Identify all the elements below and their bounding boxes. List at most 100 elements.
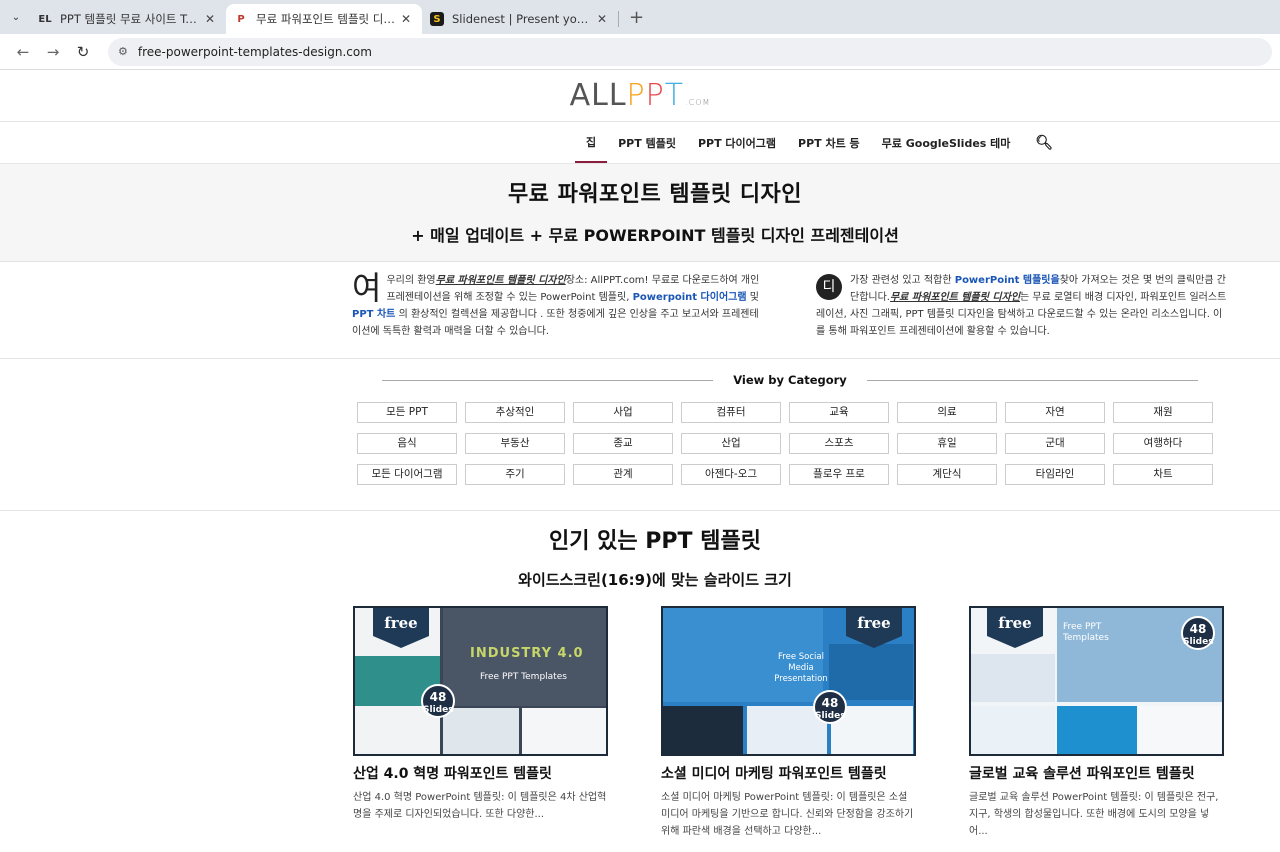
category-button[interactable]: 휴일: [897, 433, 997, 454]
site-info-icon[interactable]: ⚙: [118, 45, 128, 58]
nav-ppt-diagrams[interactable]: PPT 다이어그램: [687, 122, 787, 163]
nav-home[interactable]: 집: [575, 122, 608, 163]
slides-badge: 48 Slides: [421, 684, 455, 718]
browser-tab-3[interactable]: S Slidenest | Present your ideas w ✕: [422, 4, 618, 34]
category-button[interactable]: 사업: [573, 402, 673, 423]
tab-separator: [618, 11, 619, 27]
category-button[interactable]: 스포츠: [789, 433, 889, 454]
popular-section: 인기 있는 PPT 템플릿 와이드스크린(16:9)에 맞는 슬라이드 크기: [0, 511, 1280, 590]
reload-icon[interactable]: ↻: [68, 43, 98, 61]
card-description: 산업 4.0 혁명 PowerPoint 템플릿: 이 템플릿은 4차 산업혁명…: [353, 792, 607, 820]
template-thumbnail[interactable]: INDUSTRY 4.0 Free PPT Templates free 48 S…: [353, 606, 608, 756]
category-button[interactable]: 모든 PPT: [357, 402, 457, 423]
category-heading-text: View by Category: [733, 373, 847, 387]
category-button[interactable]: 플로우 프로: [789, 464, 889, 485]
category-button[interactable]: 재원: [1113, 402, 1213, 423]
slides-badge: 48 Slides: [1181, 616, 1215, 650]
url-field[interactable]: ⚙ free-powerpoint-templates-design.com: [108, 37, 1272, 66]
url-text: free-powerpoint-templates-design.com: [137, 44, 372, 59]
category-button[interactable]: 아젠다-오그: [681, 464, 781, 485]
category-button[interactable]: 타임라인: [1005, 464, 1105, 485]
thumb-panel: [663, 706, 743, 754]
tab-favicon: P: [237, 13, 245, 25]
link-ppt-charts[interactable]: PPT 차트: [352, 309, 395, 320]
card-description: 글로벌 교육 솔루션 PowerPoint 템플릿: 이 템플릿은 전구, 지구…: [969, 792, 1219, 837]
card-description: 소셜 미디어 마케팅 PowerPoint 템플릿: 이 템플릿은 소셜 미디어…: [661, 792, 914, 837]
category-button[interactable]: 모든 다이어그램: [357, 464, 457, 485]
category-button[interactable]: 군대: [1005, 433, 1105, 454]
thumb-title: INDUSTRY 4.0: [470, 646, 584, 661]
divider: [866, 379, 1199, 381]
browser-tab-1[interactable]: EL PPT 템플릿 무료 사이트 Top5, ✕: [30, 4, 226, 34]
thumb-panel: [971, 654, 1055, 702]
nav-google-slides[interactable]: 무료 GoogleSlides 테마: [871, 122, 1022, 163]
card-title[interactable]: 글로벌 교육 솔루션 파워포인트 템플릿: [969, 763, 1224, 783]
intro-emphasis: 무료 파워포인트 템플릿 디자인: [435, 275, 566, 286]
close-icon[interactable]: ✕: [202, 12, 218, 26]
category-button[interactable]: 관계: [573, 464, 673, 485]
close-icon[interactable]: ✕: [594, 12, 610, 26]
intro-left: 여 우리의 환영무료 파워포인트 템플릿 디자인장소: AllPPT.com! …: [352, 272, 764, 358]
category-button[interactable]: 의료: [897, 402, 997, 423]
tab-title: 무료 파워포인트 템플릿 디자인: [256, 12, 398, 26]
intro-text: 가장 관련성 있고 적합한: [850, 275, 952, 286]
slides-badge: 48 Slides: [813, 690, 847, 724]
template-card[interactable]: Free Social Media Presentation free 48 Sl…: [661, 606, 916, 840]
search-icon[interactable]: 🔍︎: [1021, 122, 1067, 163]
nav-ppt-charts[interactable]: PPT 차트 등: [787, 122, 871, 163]
nav-ppt-templates[interactable]: PPT 템플릿: [607, 122, 687, 163]
tab-search-chevron-icon[interactable]: ⌄: [6, 7, 26, 27]
template-thumbnail[interactable]: Free Social Media Presentation free 48 Sl…: [661, 606, 916, 756]
link-powerpoint-diagrams[interactable]: Powerpoint 다이어그램: [633, 292, 747, 303]
category-heading: View by Category: [0, 373, 1199, 387]
browser-tab-bar: ⌄ EL PPT 템플릿 무료 사이트 Top5, ✕ P 무료 파워포인트 템…: [0, 0, 1280, 34]
category-button[interactable]: 교육: [789, 402, 889, 423]
free-badge: free: [987, 608, 1043, 648]
new-tab-plus-icon[interactable]: +: [629, 7, 644, 28]
thumb-panel: [971, 706, 1055, 754]
category-button[interactable]: 부동산: [465, 433, 565, 454]
category-button[interactable]: 주기: [465, 464, 565, 485]
category-button[interactable]: 추상적인: [465, 402, 565, 423]
drop-cap: 여: [352, 269, 382, 307]
thumb-text: Free Social Media Presentation: [774, 652, 828, 684]
intro-emphasis: 무료 파워포인트 템플릿 디자인: [889, 292, 1021, 303]
category-button[interactable]: 컴퓨터: [681, 402, 781, 423]
tab-title: PPT 템플릿 무료 사이트 Top5,: [60, 12, 202, 26]
category-button[interactable]: 여행하다: [1113, 433, 1213, 454]
page-subtitle: + 매일 업데이트 + 무료 POWERPOINT 템플릿 디자인 프레젠테이션: [411, 226, 899, 245]
close-icon[interactable]: ✕: [398, 12, 414, 26]
category-button[interactable]: 산업: [681, 433, 781, 454]
intro-right: 디 가장 관련성 있고 적합한 PowerPoint 템플릿을찾아 가져오는 것…: [816, 272, 1228, 358]
back-arrow-icon[interactable]: ←: [8, 43, 38, 61]
category-button[interactable]: 차트: [1113, 464, 1213, 485]
category-button[interactable]: 계단식: [897, 464, 997, 485]
card-title[interactable]: 소셜 미디어 마케팅 파워포인트 템플릿: [661, 763, 916, 783]
link-powerpoint-templates[interactable]: PowerPoint 템플릿을: [955, 275, 1060, 286]
category-button[interactable]: 자연: [1005, 402, 1105, 423]
thumb-text: Free PPT Templates: [480, 672, 567, 682]
category-section: View by Category 모든 PPT 추상적인 사업 컴퓨터 교육 의…: [0, 359, 1280, 511]
tab-title: Slidenest | Present your ideas w: [452, 12, 594, 26]
thumb-panel: [443, 708, 519, 754]
site-header: ALLPPT.COM: [0, 70, 1280, 122]
tab-favicon: S: [430, 12, 444, 26]
template-thumbnail[interactable]: Free PPT Templates free 48 Slides: [969, 606, 1224, 756]
thumb-panel: [1057, 706, 1137, 754]
popular-subtitle: 와이드스크린(16:9)에 맞는 슬라이드 크기: [518, 571, 792, 589]
thumb-text: Free PPT Templates: [1063, 622, 1109, 643]
template-card[interactable]: Free PPT Templates free 48 Slides 글로벌 교육 …: [969, 606, 1224, 840]
intro-section: 여 우리의 환영무료 파워포인트 템플릿 디자인장소: AllPPT.com! …: [0, 262, 1280, 359]
allppt-logo[interactable]: ALLPPT.COM: [570, 78, 711, 113]
forward-arrow-icon[interactable]: →: [38, 43, 68, 61]
address-bar-row: ← → ↻ ⚙ free-powerpoint-templates-design…: [0, 34, 1280, 70]
free-badge: free: [846, 608, 902, 648]
category-button[interactable]: 음식: [357, 433, 457, 454]
card-title[interactable]: 산업 4.0 혁명 파워포인트 템플릿: [353, 763, 608, 783]
drop-cap-circle: 디: [816, 274, 842, 300]
template-card[interactable]: INDUSTRY 4.0 Free PPT Templates free 48 S…: [353, 606, 608, 840]
page-title: 무료 파워포인트 템플릿 디자인: [507, 182, 803, 207]
browser-tab-2[interactable]: P 무료 파워포인트 템플릿 디자인 ✕: [226, 4, 422, 34]
category-button[interactable]: 종교: [573, 433, 673, 454]
intro-text: 우리의 환영: [386, 275, 436, 286]
